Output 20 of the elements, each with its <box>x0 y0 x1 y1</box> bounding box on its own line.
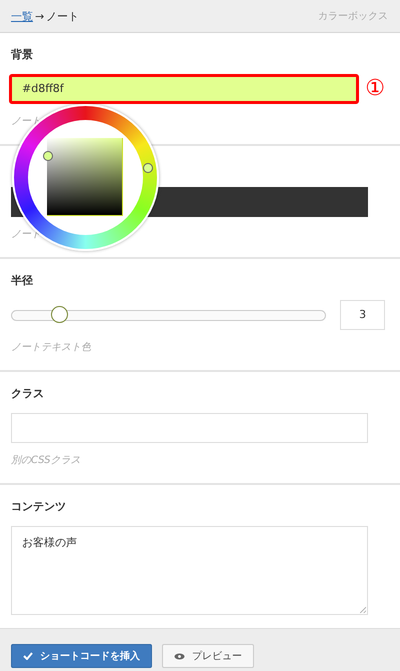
number-field[interactable]: 3 <box>340 300 385 330</box>
insert-button[interactable]: ショートコードを挿入 <box>11 644 152 668</box>
field-label: クラス <box>11 386 45 402</box>
breadcrumb-link[interactable]: 一覧 <box>11 8 33 24</box>
field-label: 背景 <box>11 47 34 64</box>
color-field[interactable]: #d8ff8f <box>9 74 360 104</box>
text-field[interactable] <box>11 413 368 444</box>
slider-thumb[interactable] <box>51 306 68 323</box>
panel-title: カラーボックス <box>318 10 388 24</box>
check-icon <box>23 652 33 660</box>
field-label: 半径 <box>11 273 34 290</box>
eye-icon <box>174 652 185 660</box>
field-label: コンテンツ <box>11 499 67 516</box>
hint-text: 別のCSSクラス <box>11 454 82 468</box>
breadcrumb-current: ノート <box>46 8 80 24</box>
textarea-field[interactable]: お客様の声 <box>11 526 368 616</box>
preview-button[interactable]: プレビュー <box>162 644 254 668</box>
hint-text: ノートテキスト色 <box>11 341 92 356</box>
breadcrumb-arrow: → <box>35 10 44 23</box>
callout-number: ① <box>365 76 385 102</box>
